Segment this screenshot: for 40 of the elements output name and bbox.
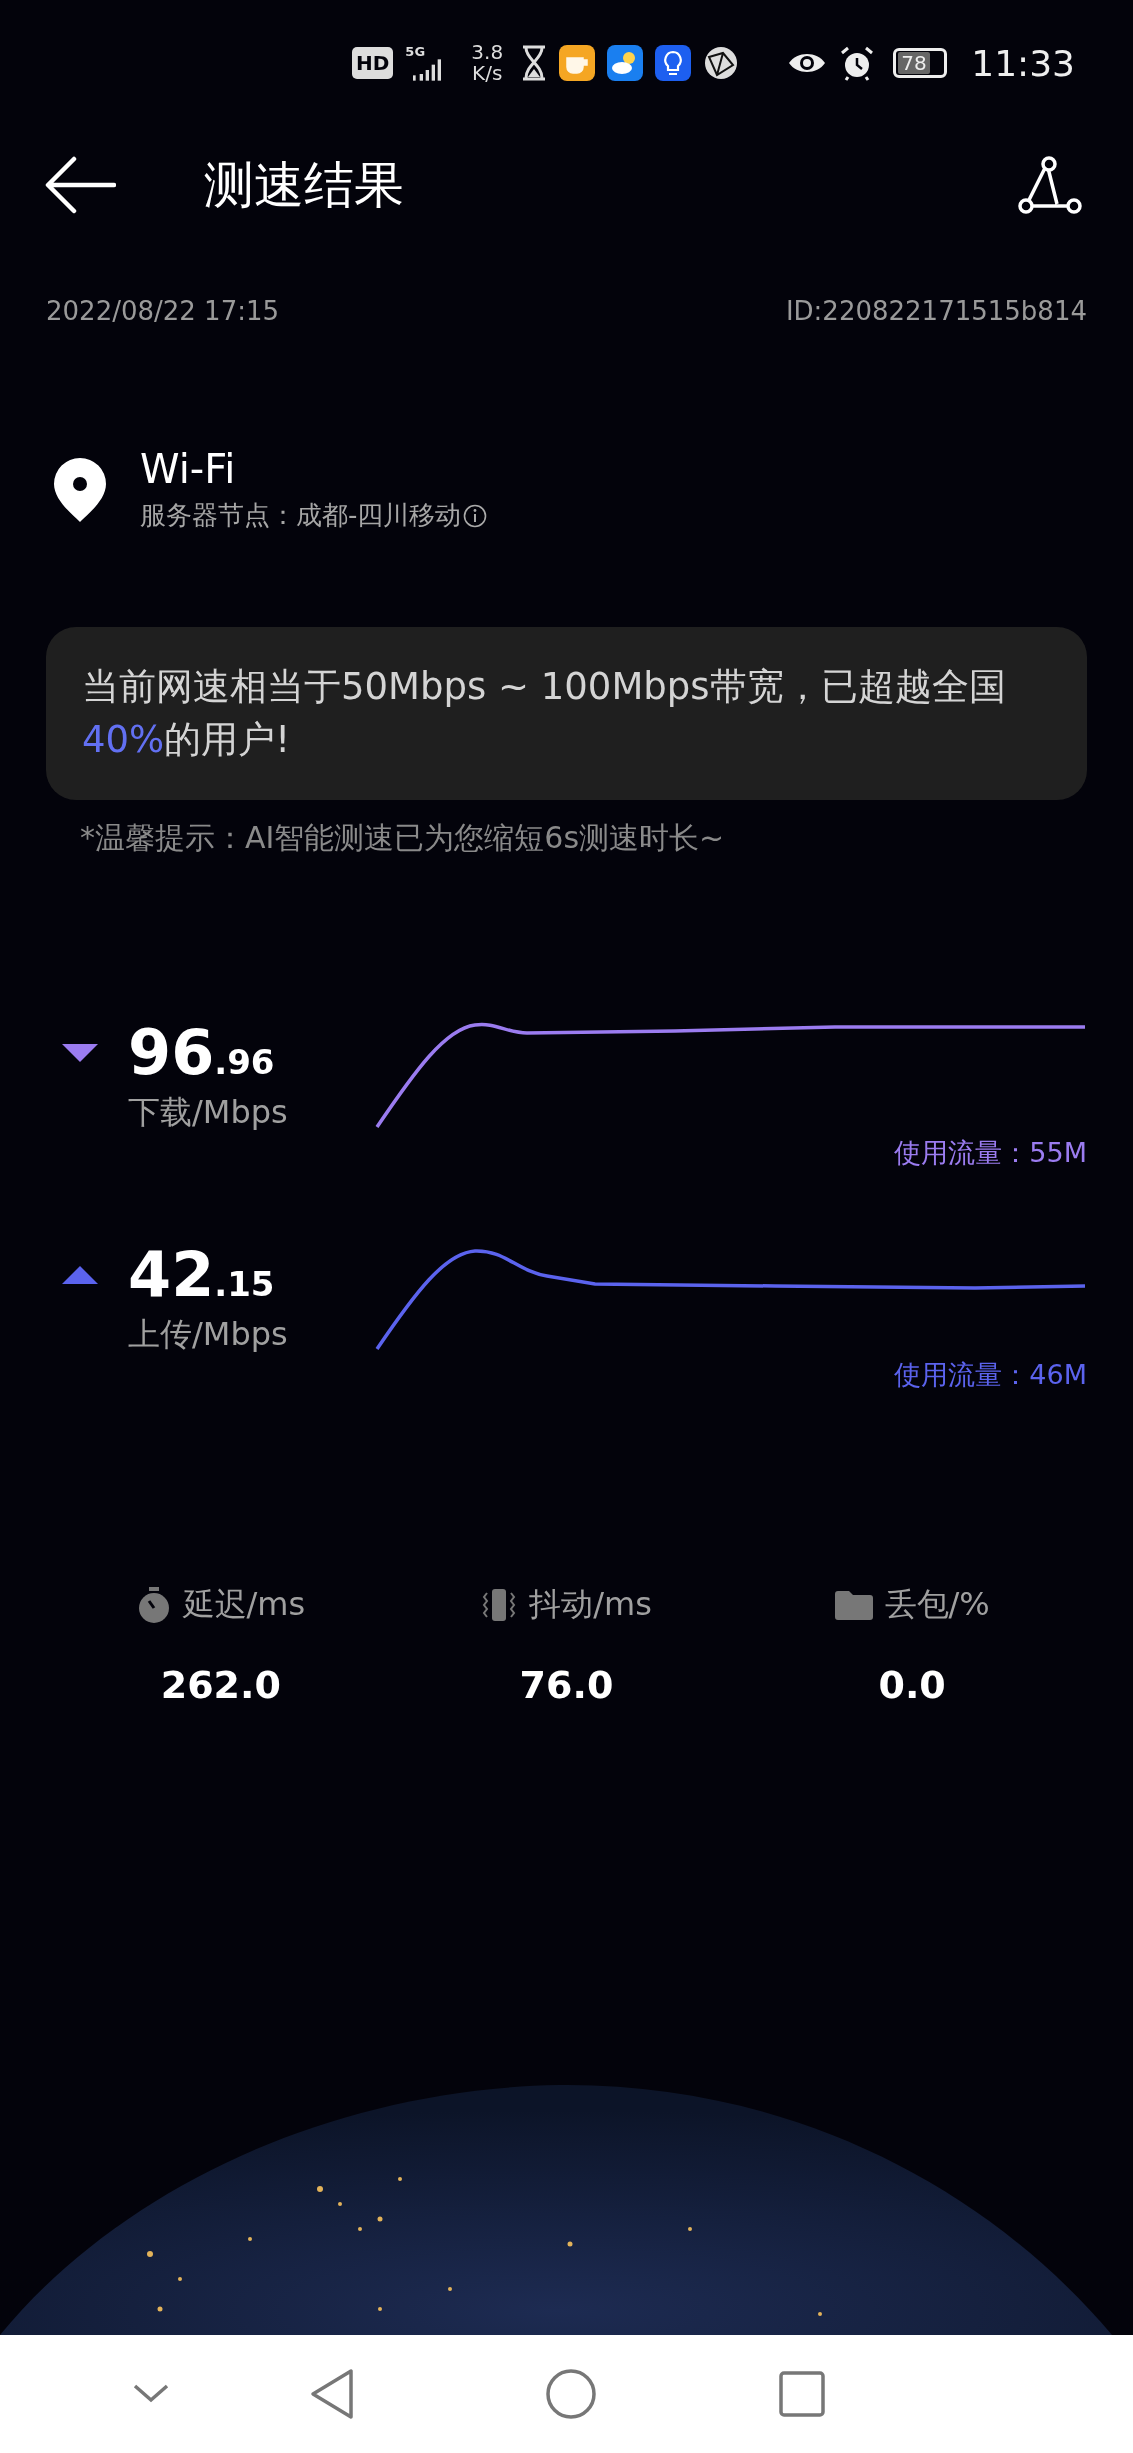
- back-arrow-icon[interactable]: [44, 155, 116, 215]
- stopwatch-icon: [136, 1587, 171, 1624]
- summary-text: 当前网速相当于50Mbps ~ 100Mbps带宽，已超越全国 40%的用户!: [82, 664, 1007, 763]
- location-pin-icon: [52, 455, 108, 524]
- clock-time: 11:33: [971, 42, 1075, 84]
- stat-value: 0.0: [878, 1663, 946, 1708]
- test-date: 2022/08/22 17:15: [46, 296, 280, 326]
- speed-value: 96.96: [128, 1019, 275, 1088]
- lightbulb-app-icon: [655, 45, 692, 81]
- data-usage-text: 使用流量：55M: [894, 1136, 1087, 1171]
- battery-indicator: 78: [893, 48, 948, 78]
- server-node-label: 服务器节点：成都-四川移动: [140, 499, 462, 532]
- page-title: 测速结果: [204, 154, 405, 216]
- cup-app-icon: [559, 45, 596, 81]
- speed-unit-label: 上传/Mbps: [128, 1314, 289, 1356]
- stat-value: 262.0: [160, 1663, 281, 1708]
- tip-text: *温馨提示：AI智能测速已为您缩短6s测速时长~: [80, 819, 726, 858]
- network-speed-value: 3.8: [471, 42, 504, 63]
- network-name: Wi-Fi: [140, 446, 237, 492]
- speed-value: 42.15: [128, 1241, 275, 1310]
- alarm-clock-icon: [839, 45, 876, 81]
- share-icon[interactable]: [1017, 156, 1083, 214]
- weather-app-icon: [607, 45, 644, 81]
- network-type-label: 5G: [405, 44, 426, 58]
- home-circle-icon[interactable]: [545, 2368, 597, 2420]
- network-speed-unit: K/s: [472, 63, 503, 84]
- vibrating-phone-icon: [481, 1587, 518, 1624]
- speed-unit-label: 下载/Mbps: [128, 1092, 289, 1134]
- hd-badge: HD: [352, 47, 394, 79]
- info-icon[interactable]: [463, 503, 488, 528]
- stat-label: 延迟/ms: [182, 1584, 306, 1626]
- hourglass-icon: [521, 45, 548, 81]
- recent-apps-square-icon[interactable]: [779, 2371, 825, 2417]
- folder-icon: [834, 1590, 873, 1621]
- test-id: ID:220822171515b814: [785, 296, 1087, 326]
- stat-label: 丢包/%: [884, 1584, 990, 1626]
- data-usage-text: 使用流量：46M: [894, 1358, 1087, 1393]
- stat-label: 抖动/ms: [529, 1584, 652, 1626]
- back-triangle-icon[interactable]: [309, 2368, 355, 2420]
- stat-value: 76.0: [519, 1663, 614, 1708]
